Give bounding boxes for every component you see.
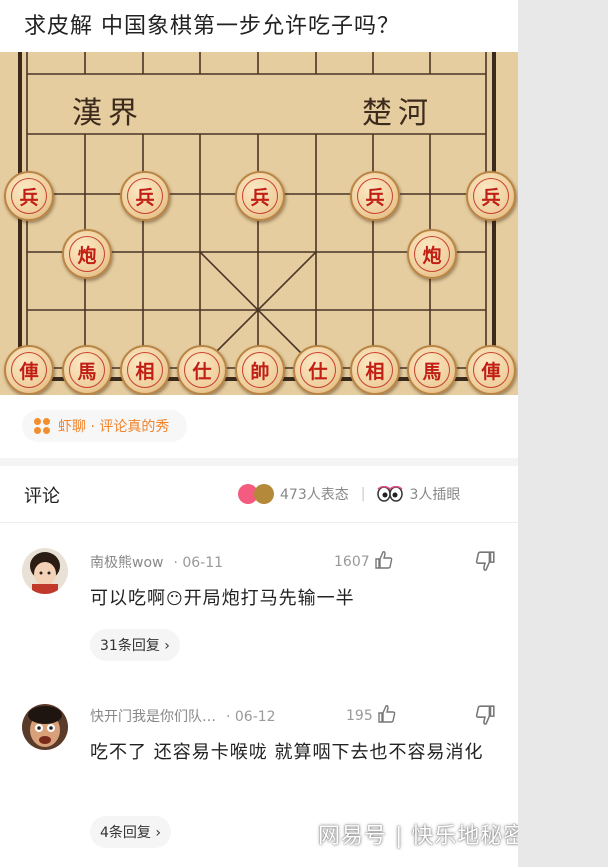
piece-glyph: 俥 [11,352,47,388]
piece-glyph: 炮 [69,236,105,272]
view-replies-button[interactable]: 31条回复 › [90,629,180,661]
dislike-button[interactable] [474,704,496,730]
piece-glyph: 兵 [11,178,47,214]
piece-glyph: 相 [127,352,163,388]
chess-piece-pawn: 兵 [120,171,170,221]
comment-date: · 06-11 [173,555,224,571]
source-label: 虾聊 · 评论真的秀 [58,419,170,435]
like-count: 1607 [334,554,370,570]
app-grid-icon [34,418,50,434]
thumbs-up-icon [373,704,397,728]
watermark: 网易号 | 快乐地秘密 [318,824,527,849]
piece-glyph: 仕 [300,352,336,388]
piece-glyph: 兵 [127,178,163,214]
chess-piece-elephant: 相 [120,345,170,395]
money-reaction-icon [254,484,274,504]
chess-piece-general: 帥 [235,345,285,395]
chess-piece-pawn: 兵 [4,171,54,221]
article-panel: 求皮解 中国象棋第一步允许吃子吗？ 漢界 楚河 兵 兵 兵 兵 兵 炮 炮 俥 … [0,0,525,867]
grimace-emoji-icon: 😶 [166,589,184,608]
thumbs-down-icon [474,705,496,730]
river-label-left: 漢界 [72,96,144,131]
like-button[interactable]: 195 [346,704,397,728]
watching-count: 3人插眼 [409,487,461,503]
reactions-count: 473人表态 [280,487,349,503]
piece-glyph: 馬 [69,352,105,388]
chess-piece-chariot: 俥 [466,345,516,395]
chess-piece-advisor: 仕 [177,345,227,395]
comment-username[interactable]: 快开门我是你们队… [90,709,216,725]
comments-header: 评论 473人表态 | 3人插眼 [0,466,518,523]
river-label-right: 楚河 [362,96,434,131]
eyes-icon [377,486,404,502]
piece-glyph: 帥 [242,352,278,388]
like-count: 195 [346,708,373,724]
comment-username[interactable]: 南极熊wow [90,555,163,571]
like-button[interactable]: 1607 [334,550,394,574]
piece-glyph: 炮 [414,236,450,272]
chess-piece-cannon: 炮 [407,229,457,279]
piece-glyph: 相 [357,352,393,388]
section-divider [0,458,518,466]
thumbs-down-icon [474,551,496,576]
reactions-summary[interactable]: 473人表态 | 3人插眼 [238,484,460,504]
chess-piece-pawn: 兵 [235,171,285,221]
chess-piece-chariot: 俥 [4,345,54,395]
post-title: 求皮解 中国象棋第一步允许吃子吗？ [24,14,400,39]
avatar[interactable] [22,704,68,750]
right-margin [518,0,608,867]
chess-piece-cannon: 炮 [62,229,112,279]
comment-meta: 快开门我是你们队… · 06-12 [90,706,276,726]
avatar[interactable] [22,548,68,594]
comment-date: · 06-12 [226,709,276,725]
chess-piece-horse: 馬 [407,345,457,395]
comment-text: 可以吃啊😶开局炮打马先输一半 [90,582,500,616]
piece-glyph: 兵 [357,178,393,214]
comment-text-part: 开局炮打马先输一半 [183,588,355,609]
chess-board-image: 漢界 楚河 兵 兵 兵 兵 兵 炮 炮 俥 馬 相 仕 帥 仕 相 馬 俥 [0,52,518,395]
piece-glyph: 兵 [242,178,278,214]
chess-piece-advisor: 仕 [293,345,343,395]
thumbs-up-icon [370,550,394,574]
comment-text-part: 可以吃啊 [90,588,166,609]
chess-piece-horse: 馬 [62,345,112,395]
separator: | [360,486,366,502]
chess-piece-elephant: 相 [350,345,400,395]
comment-meta: 南极熊wow · 06-11 [90,552,223,572]
piece-glyph: 俥 [473,352,509,388]
view-replies-button[interactable]: 4条回复 › [90,816,171,848]
source-tag[interactable]: 虾聊 · 评论真的秀 [22,410,188,442]
chess-piece-pawn: 兵 [466,171,516,221]
piece-glyph: 馬 [414,352,450,388]
piece-glyph: 兵 [473,178,509,214]
comments-title: 评论 [24,486,60,507]
chess-piece-pawn: 兵 [350,171,400,221]
comment-text: 吃不了 还容易卡喉咙 就算咽下去也不容易消化 [90,742,484,763]
piece-glyph: 仕 [184,352,220,388]
dislike-button[interactable] [474,550,496,576]
